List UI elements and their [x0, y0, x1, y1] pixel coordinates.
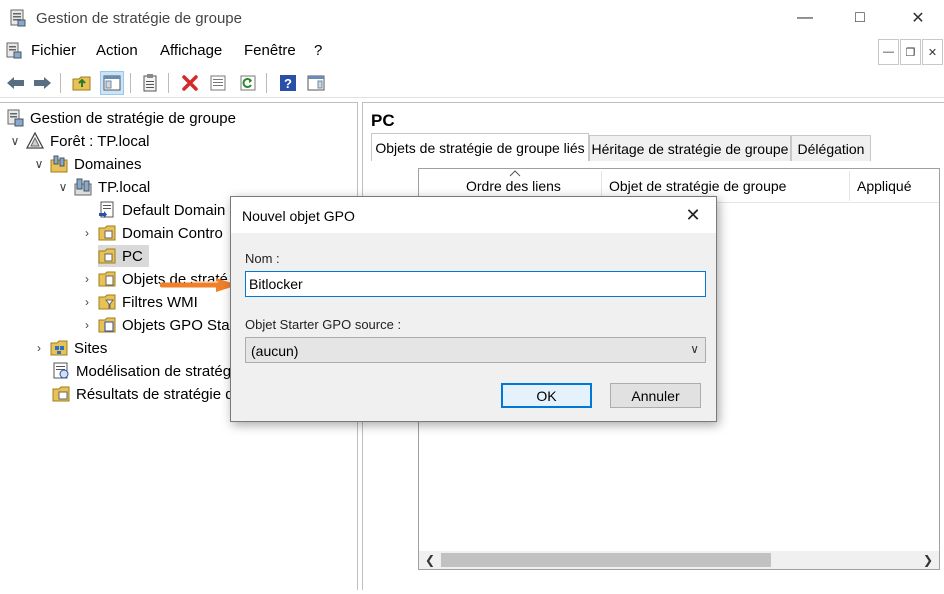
- properties-icon[interactable]: [206, 71, 230, 95]
- maximize-icon[interactable]: □: [845, 6, 875, 30]
- minimize-icon[interactable]: —: [790, 6, 820, 30]
- forest-icon: [26, 132, 44, 149]
- menu-help[interactable]: ?: [314, 42, 322, 59]
- clipboard-icon[interactable]: [138, 71, 162, 95]
- show-tree-icon[interactable]: [100, 71, 124, 95]
- tree-item-wmi-filters[interactable]: › Filtres WMI: [80, 291, 198, 313]
- tree-label-domains: Domaines: [74, 155, 142, 173]
- title-bar: Gestion de stratégie de groupe — □ ✕: [0, 0, 944, 36]
- chevron-right-icon[interactable]: ›: [80, 295, 94, 309]
- name-label: Nom :: [245, 251, 280, 266]
- chevron-down-icon: ∨: [690, 342, 699, 356]
- back-arrow-icon[interactable]: [4, 71, 28, 95]
- cancel-button[interactable]: Annuler: [610, 383, 701, 408]
- chevron-down-icon[interactable]: ∨: [56, 180, 70, 194]
- forward-arrow-icon[interactable]: [30, 71, 54, 95]
- chevron-down-icon[interactable]: ∨: [32, 157, 46, 171]
- tree-label-pc: PC: [122, 247, 143, 265]
- gpo-folder-icon: [98, 271, 116, 287]
- dialog-title-bar: Nouvel objet GPO ✕: [231, 197, 716, 233]
- tree-label-results: Résultats de stratégie d: [76, 385, 234, 403]
- toolbar: ?: [0, 68, 944, 98]
- ok-button[interactable]: OK: [501, 383, 592, 408]
- refresh-icon[interactable]: [236, 71, 260, 95]
- mdi-minimize-icon[interactable]: —: [878, 39, 899, 65]
- dialog-title: Nouvel objet GPO: [242, 208, 355, 224]
- gpmc-icon: [7, 109, 24, 127]
- column-link-order[interactable]: Ordre des liens: [466, 178, 561, 194]
- tree-label-modeling: Modélisation de stratég: [76, 362, 232, 380]
- folder-up-icon[interactable]: [70, 71, 94, 95]
- chevron-right-icon[interactable]: ›: [32, 341, 46, 355]
- scroll-right-icon[interactable]: ❯: [919, 551, 937, 569]
- tree-label-domain: TP.local: [98, 178, 151, 196]
- tree-label-default-domain-policy: Default Domain: [122, 201, 226, 219]
- tree-item-results[interactable]: Résultats de stratégie d: [52, 383, 234, 405]
- domains-icon: [50, 155, 68, 173]
- tree-label-domain-controllers: Domain Contro: [122, 224, 223, 242]
- tree-item-root[interactable]: Gestion de stratégie de groupe: [6, 107, 236, 129]
- chevron-right-icon[interactable]: ›: [80, 318, 94, 332]
- starter-gpo-folder-icon: [98, 317, 116, 333]
- tree-item-sites[interactable]: › Sites: [32, 337, 107, 359]
- starter-gpo-select[interactable]: (aucun) ∨: [245, 337, 706, 363]
- tree-item-pc[interactable]: PC: [98, 245, 149, 267]
- results-icon: [52, 386, 70, 402]
- help-icon[interactable]: ?: [276, 71, 300, 95]
- column-enforced[interactable]: Appliqué: [857, 178, 912, 194]
- tree-item-domain[interactable]: ∨ TP.local: [56, 176, 150, 198]
- delete-icon[interactable]: [178, 71, 202, 95]
- tree-label-wmi-filters: Filtres WMI: [122, 293, 198, 311]
- horizontal-scrollbar[interactable]: ❮ ❯: [419, 551, 939, 569]
- tree-label-starter-gpo: Objets GPO Sta: [122, 316, 230, 334]
- menu-fenetre[interactable]: Fenêtre: [244, 42, 296, 59]
- starter-gpo-label: Objet Starter GPO source :: [245, 317, 402, 332]
- gpmc-menu-icon[interactable]: [4, 42, 24, 60]
- tab-inheritance[interactable]: Héritage de stratégie de groupe: [589, 135, 791, 161]
- tree-item-domain-controllers[interactable]: › Domain Contro: [80, 222, 223, 244]
- column-gpo[interactable]: Objet de stratégie de groupe: [609, 178, 786, 194]
- tree-item-starter-gpo[interactable]: › Objets GPO Sta: [80, 314, 230, 336]
- starter-gpo-value: (aucun): [251, 343, 299, 359]
- tree-label-root: Gestion de stratégie de groupe: [30, 109, 236, 127]
- close-icon[interactable]: ✕: [903, 6, 933, 30]
- chevron-right-icon[interactable]: ›: [80, 226, 94, 240]
- scrollbar-thumb[interactable]: [441, 553, 771, 567]
- mdi-close-icon[interactable]: ✕: [922, 39, 943, 65]
- close-icon[interactable]: ✕: [680, 203, 706, 227]
- tree-item-domains[interactable]: ∨ Domaines: [32, 153, 142, 175]
- tab-delegation[interactable]: Délégation: [791, 135, 871, 161]
- tree-label-forest: Forêt : TP.local: [50, 132, 150, 150]
- sort-ascending-icon: [509, 170, 521, 177]
- tab-linked-gpos[interactable]: Objets de stratégie de groupe liés: [371, 133, 589, 161]
- gpo-link-icon: [99, 201, 114, 218]
- gpmc-app-icon: [10, 9, 26, 27]
- window-title: Gestion de stratégie de groupe: [36, 10, 242, 27]
- scroll-left-icon[interactable]: ❮: [421, 551, 439, 569]
- wmi-folder-icon: [98, 294, 116, 310]
- chevron-down-icon[interactable]: ∨: [8, 134, 22, 148]
- gpo-name-input[interactable]: [245, 271, 706, 297]
- new-gpo-dialog: Nouvel objet GPO ✕ Nom : Objet Starter G…: [230, 196, 717, 422]
- mdi-restore-icon[interactable]: ❐: [900, 39, 921, 65]
- menu-fichier[interactable]: Fichier: [31, 42, 76, 59]
- modeling-icon: [53, 362, 69, 379]
- sites-icon: [50, 340, 68, 356]
- chevron-right-icon[interactable]: ›: [80, 272, 94, 286]
- ou-folder-icon: [98, 248, 116, 264]
- tree-item-modeling[interactable]: Modélisation de stratég: [52, 360, 231, 382]
- domain-icon: [74, 178, 92, 196]
- svg-text:?: ?: [284, 76, 292, 91]
- annotation-arrow-icon: [160, 278, 238, 292]
- tree-item-default-domain-policy[interactable]: Default Domain: [98, 199, 225, 221]
- tree-label-sites: Sites: [74, 339, 108, 357]
- ou-folder-icon: [98, 225, 116, 241]
- action-pane-icon[interactable]: [304, 71, 328, 95]
- menu-affichage[interactable]: Affichage: [160, 42, 222, 59]
- details-title: PC: [371, 111, 395, 130]
- menu-action[interactable]: Action: [96, 42, 138, 59]
- menu-bar: Fichier Action Affichage Fenêtre ?: [0, 38, 944, 64]
- tree-item-forest[interactable]: ∨ Forêt : TP.local: [8, 130, 150, 152]
